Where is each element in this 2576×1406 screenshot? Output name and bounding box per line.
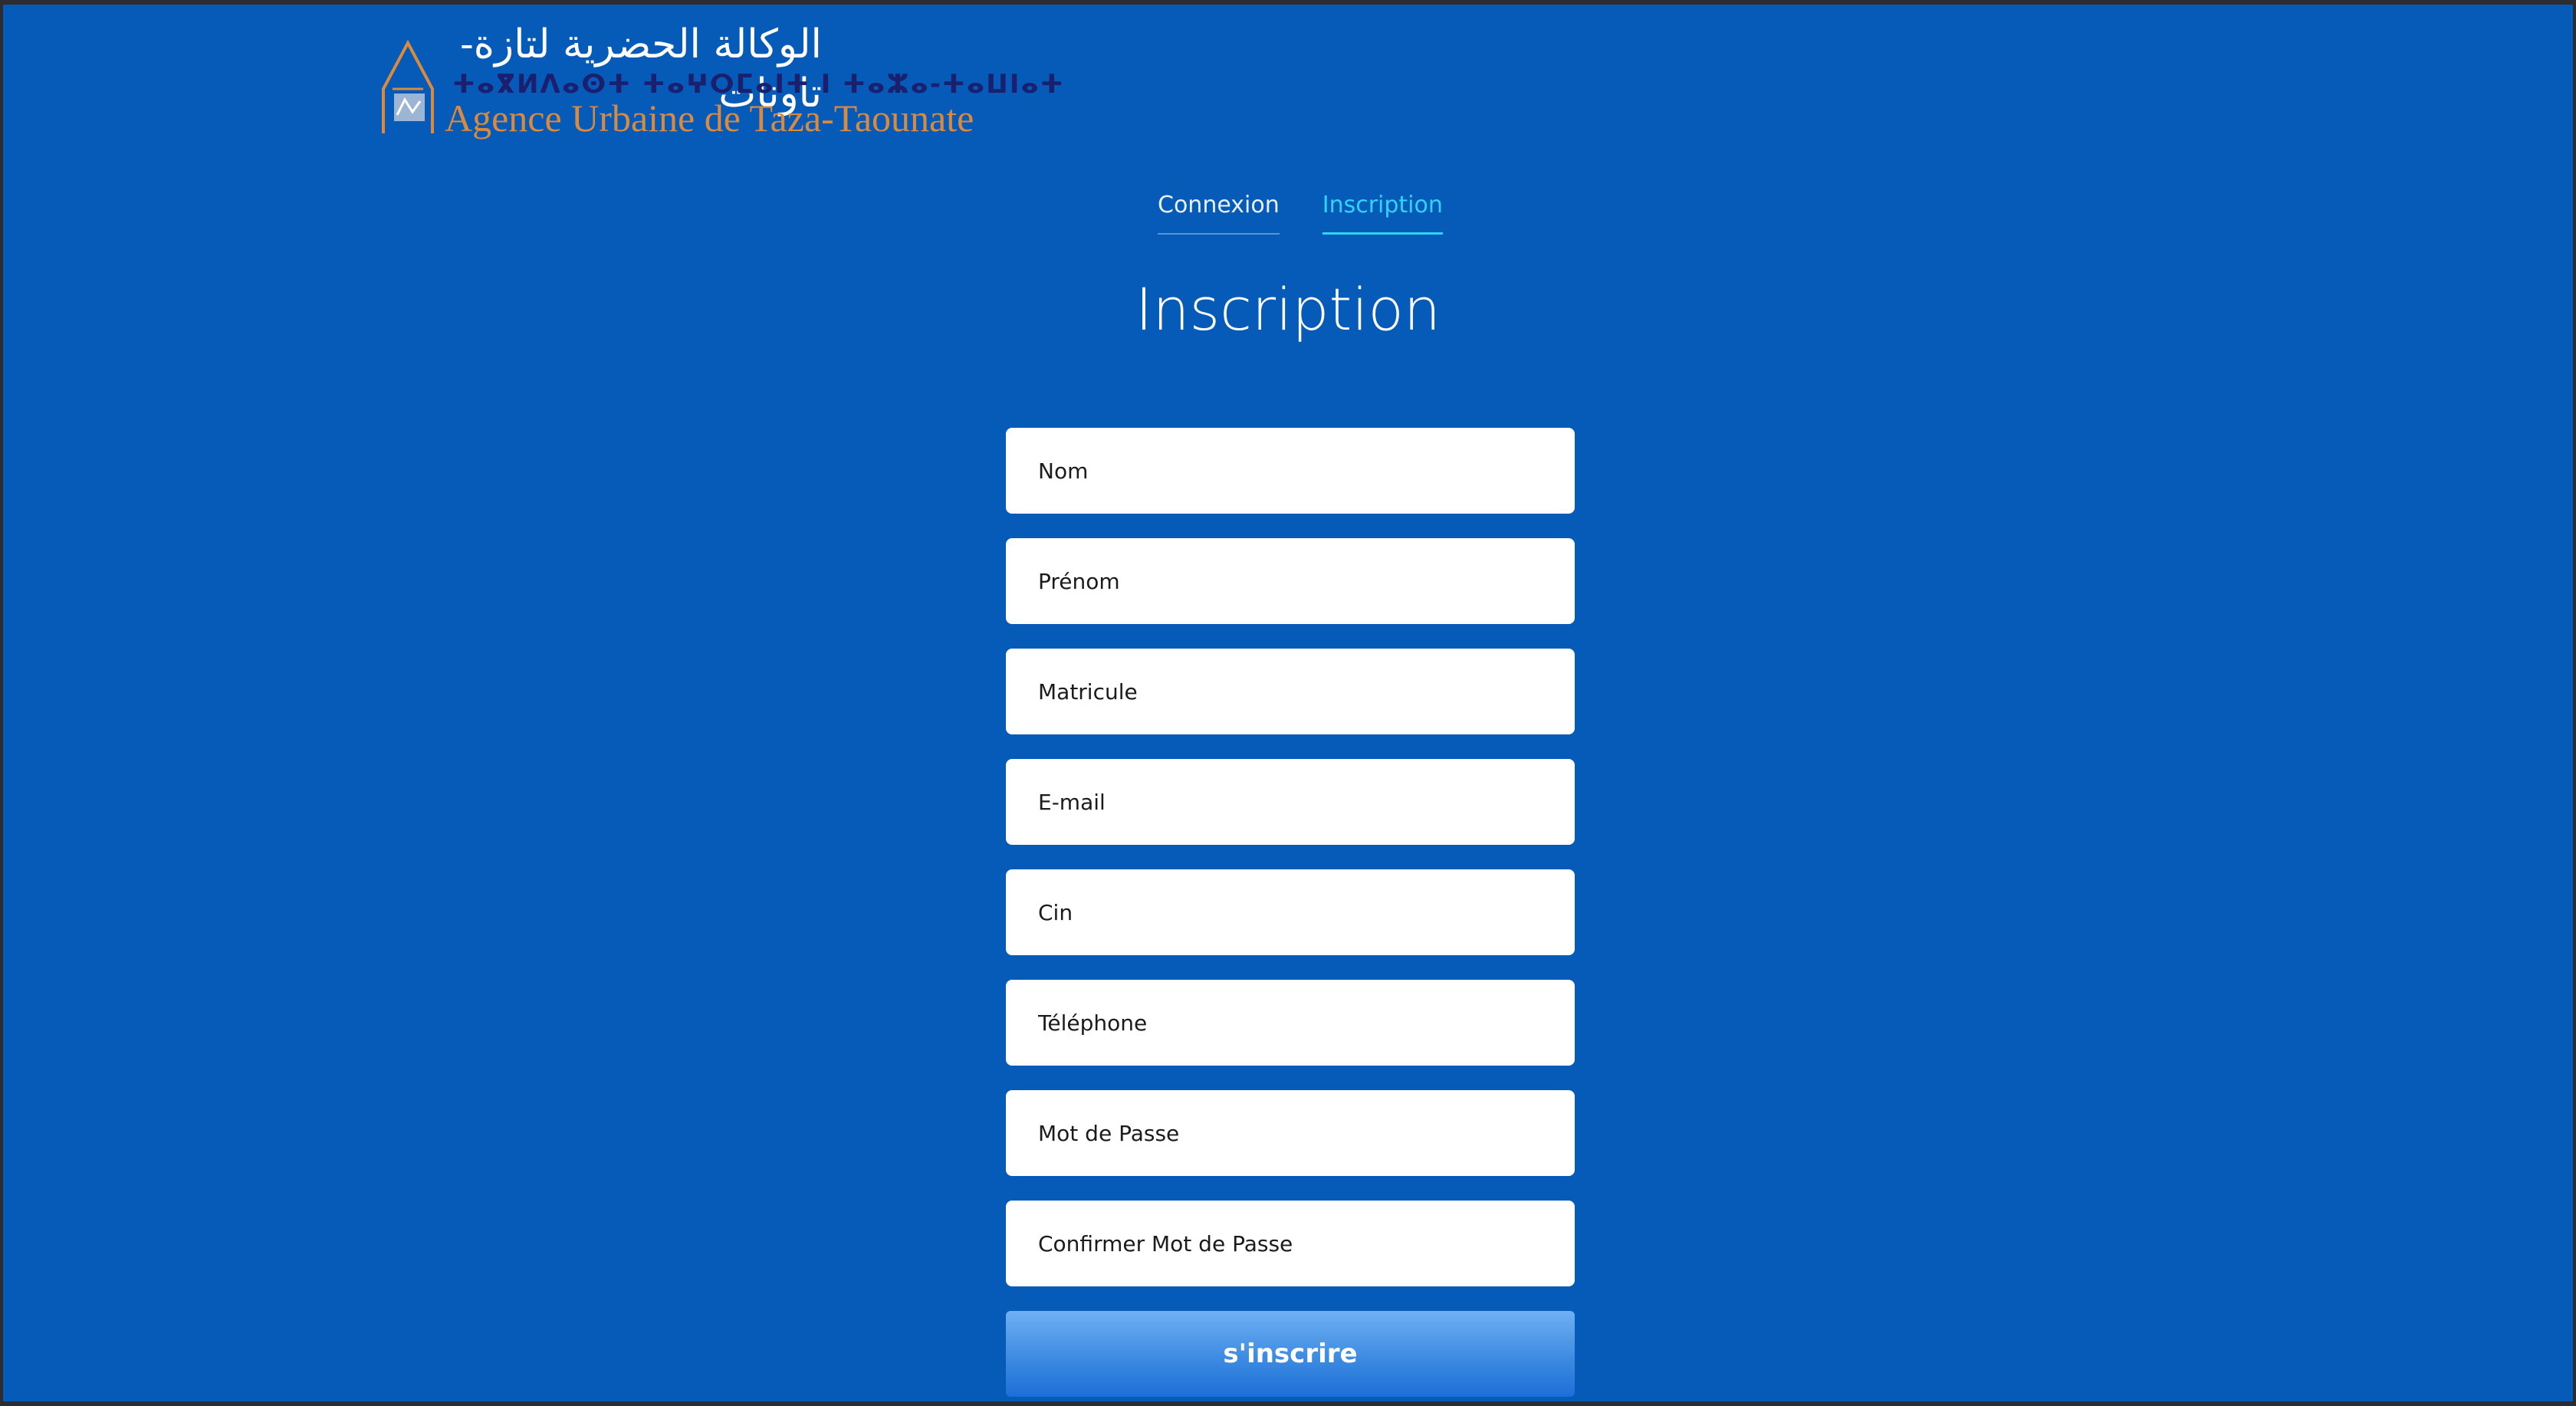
- register-button[interactable]: s'inscrire: [1006, 1311, 1575, 1397]
- agency-logo: الوكالة الحضرية لتازة-تاونات ⵜⴰⴳⵍⴷⴰⵙⵜ ⵜⴰ…: [377, 20, 1063, 150]
- page-title: Inscription: [1135, 275, 1441, 343]
- tab-connexion[interactable]: Connexion: [1158, 186, 1280, 235]
- telephone-field[interactable]: [1006, 980, 1575, 1066]
- tab-inscription[interactable]: Inscription: [1322, 186, 1443, 235]
- password-field[interactable]: [1006, 1090, 1575, 1176]
- house-logo-icon: [382, 39, 434, 133]
- matricule-field[interactable]: [1006, 649, 1575, 734]
- page: الوكالة الحضرية لتازة-تاونات ⵜⴰⴳⵍⴷⴰⵙⵜ ⵜⴰ…: [3, 5, 2573, 1401]
- nom-field[interactable]: [1006, 428, 1575, 514]
- auth-tabs: Connexion Inscription: [1158, 186, 1443, 235]
- logo-latin-text: Agence Urbaine de Taza-Taounate: [445, 97, 974, 140]
- confirm-password-field[interactable]: [1006, 1201, 1575, 1286]
- cin-field[interactable]: [1006, 869, 1575, 955]
- registration-form: s'inscrire: [1006, 428, 1575, 1397]
- email-field[interactable]: [1006, 759, 1575, 845]
- prenom-field[interactable]: [1006, 538, 1575, 624]
